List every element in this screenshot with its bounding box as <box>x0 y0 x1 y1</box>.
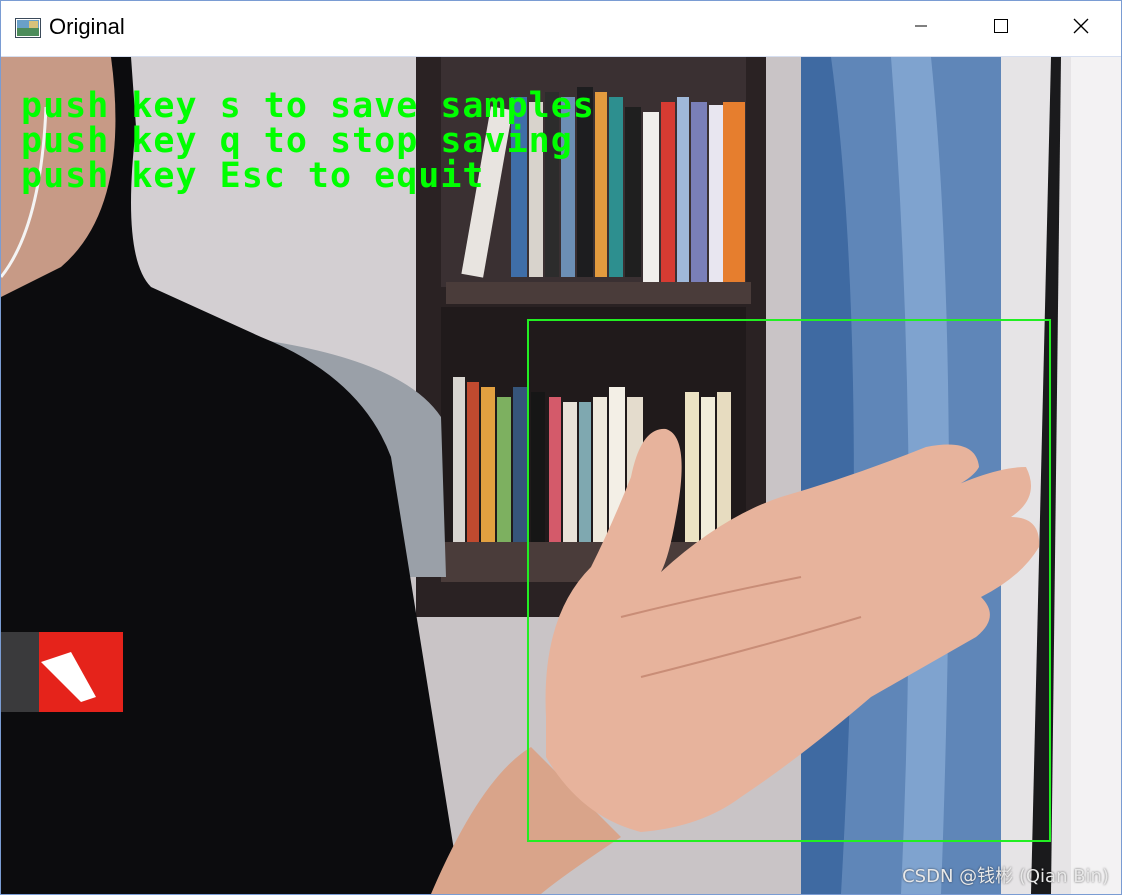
camera-frame: push key s to save samples push key q to… <box>1 57 1121 894</box>
overlay-line-stop: push key q to stop saving <box>21 121 573 161</box>
minimize-button[interactable] <box>881 1 961 56</box>
minimize-icon <box>914 19 928 38</box>
watermark-text: CSDN @钱彬 (Qian Bin) <box>902 866 1109 887</box>
image-window-icon <box>15 18 41 38</box>
overlay-line-save: push key s to save samples <box>21 86 595 126</box>
opencv-window: Original push key s to save samples push… <box>0 0 1122 895</box>
title-bar[interactable]: Original <box>1 1 1121 57</box>
close-icon <box>1073 18 1089 39</box>
instruction-overlay: push key s to save samples push key q to… <box>21 89 595 194</box>
maximize-icon <box>994 19 1008 38</box>
window-title: Original <box>49 14 125 39</box>
close-button[interactable] <box>1041 1 1121 56</box>
overlay-line-quit: push key Esc to equit <box>21 156 485 196</box>
maximize-button[interactable] <box>961 1 1041 56</box>
hand-roi-box <box>527 319 1051 842</box>
